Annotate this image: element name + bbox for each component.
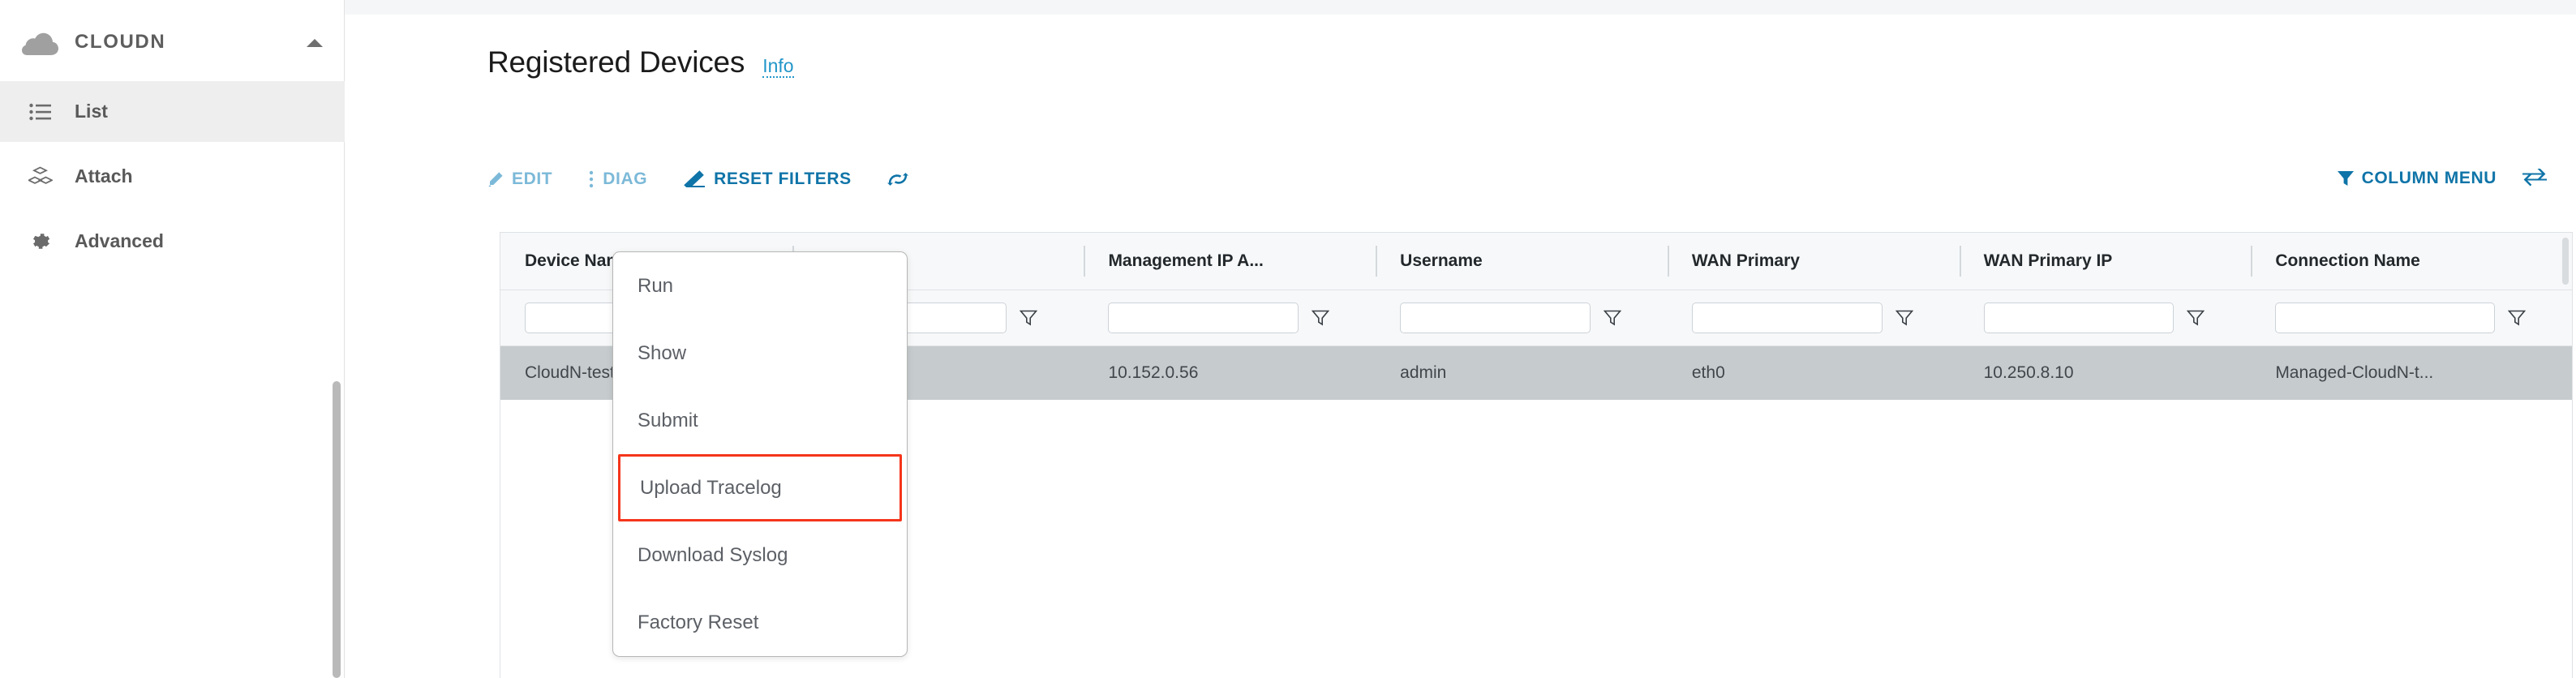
funnel-outline-icon[interactable] — [1312, 309, 1330, 327]
filter-cell-wan-primary-ip — [1960, 303, 2252, 333]
column-menu-button[interactable]: COLUMN MENU — [2337, 169, 2497, 188]
sidebar-item-label-advanced: Advanced — [75, 230, 164, 251]
sidebar-item-label-list: List — [75, 101, 108, 122]
vertical-dots-icon — [588, 170, 595, 188]
diag-button-label: DIAG — [603, 170, 648, 188]
sidebar-item-attach[interactable]: Attach — [0, 146, 345, 207]
column-header-username[interactable]: Username — [1376, 233, 1668, 290]
filter-cell-wan-primary — [1668, 303, 1960, 333]
edit-button[interactable]: EDIT — [487, 170, 552, 189]
filter-input-wan-primary-ip[interactable] — [1983, 303, 2175, 333]
page-header: Registered Devices Info — [487, 45, 794, 79]
gear-icon — [18, 231, 63, 252]
sidebar-scrollbar[interactable] — [332, 0, 343, 678]
menu-item-factory-reset[interactable]: Factory Reset — [613, 589, 907, 656]
filter-input-connection-name[interactable] — [2275, 303, 2495, 333]
menu-item-run[interactable]: Run — [613, 252, 907, 320]
top-strip — [0, 0, 2576, 15]
swap-arrows-icon[interactable] — [2522, 169, 2547, 188]
grid-vertical-scrollbar-thumb[interactable] — [2562, 238, 2569, 285]
column-menu-label: COLUMN MENU — [2361, 169, 2497, 187]
filter-cell-management-ip — [1084, 303, 1376, 333]
refresh-icon[interactable] — [887, 169, 908, 190]
cell-username: admin — [1400, 363, 1447, 382]
list-icon — [18, 103, 63, 121]
diag-button[interactable]: DIAG — [588, 170, 647, 189]
caret-up-icon[interactable] — [306, 37, 324, 53]
info-link[interactable]: Info — [762, 55, 794, 79]
page-title: Registered Devices — [487, 45, 745, 79]
sidebar: CLOUDN List Attach Advanced — [0, 0, 345, 678]
pencil-icon — [487, 171, 504, 187]
funnel-outline-icon[interactable] — [1895, 309, 1913, 327]
column-header-management-ip[interactable]: Management IP A... — [1084, 233, 1376, 290]
toolbar-right: COLUMN MENU — [2337, 169, 2547, 188]
sidebar-brand[interactable]: CLOUDN — [0, 16, 345, 68]
sidebar-scrollbar-thumb[interactable] — [333, 381, 341, 678]
column-header-wan-primary[interactable]: WAN Primary — [1667, 233, 1960, 290]
cell-wan-primary-ip: 10.250.8.10 — [1983, 363, 2074, 382]
filter-input-management-ip[interactable] — [1108, 303, 1299, 333]
filter-input-username[interactable] — [1400, 303, 1591, 333]
reset-filters-label: RESET FILTERS — [714, 170, 852, 188]
sidebar-brand-label: CLOUDN — [75, 31, 166, 53]
cell-management-ip: 10.152.0.56 — [1108, 363, 1199, 382]
filter-cell-connection-name — [2251, 303, 2572, 333]
funnel-outline-icon[interactable] — [1020, 309, 1038, 327]
funnel-outline-icon[interactable] — [2187, 309, 2205, 327]
reset-filters-button[interactable]: RESET FILTERS — [683, 170, 852, 189]
toolbar: EDIT DIAG RESET FILTERS — [487, 169, 944, 190]
menu-item-show[interactable]: Show — [613, 320, 907, 387]
sidebar-item-list[interactable]: List — [0, 81, 345, 142]
funnel-outline-icon[interactable] — [1603, 309, 1621, 327]
funnel-outline-icon[interactable] — [2508, 309, 2526, 327]
cloud-icon — [18, 28, 63, 56]
column-header-wan-primary-ip[interactable]: WAN Primary IP — [1959, 233, 2252, 290]
context-dropdown-menu: Run Show Submit Upload Tracelog Download… — [612, 251, 908, 657]
cell-connection-name: Managed-CloudN-t... — [2275, 363, 2434, 382]
filter-input-wan-primary[interactable] — [1691, 303, 1883, 333]
grid-right-border — [2572, 233, 2573, 678]
sidebar-item-advanced[interactable]: Advanced — [0, 211, 345, 272]
menu-item-download-syslog[interactable]: Download Syslog — [613, 521, 907, 589]
menu-item-submit[interactable]: Submit — [613, 387, 907, 454]
eraser-icon — [683, 170, 706, 188]
menu-item-upload-tracelog[interactable]: Upload Tracelog — [618, 454, 902, 521]
funnel-filled-icon — [2337, 170, 2354, 187]
cubes-icon — [18, 165, 63, 187]
edit-button-label: EDIT — [512, 170, 553, 188]
sidebar-item-label-attach: Attach — [75, 165, 133, 187]
filter-cell-username — [1376, 303, 1668, 333]
cell-wan-primary: eth0 — [1691, 363, 1725, 382]
column-header-connection-name[interactable]: Connection Name — [2251, 233, 2572, 290]
